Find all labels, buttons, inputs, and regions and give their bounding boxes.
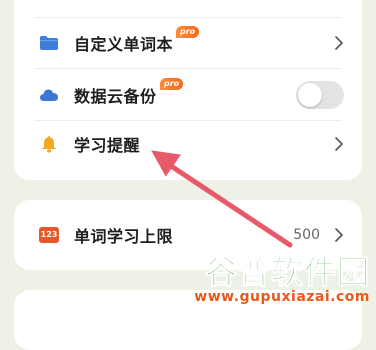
number-123-icon: 123	[38, 224, 60, 246]
word-limit-label: 单词学习上限	[74, 227, 174, 246]
pro-badge: pro	[176, 26, 200, 38]
number-123-text: 123	[39, 227, 59, 243]
study-reminder-row[interactable]: 学习提醒	[14, 119, 362, 169]
chevron-right-icon	[335, 228, 343, 242]
custom-wordbook-label: 自定义单词本	[74, 35, 174, 54]
cloud-backup-label: 数据云备份	[74, 87, 157, 106]
divider	[34, 68, 342, 69]
cloud-icon	[38, 84, 60, 106]
study-reminder-label: 学习提醒	[74, 136, 141, 155]
toggle-knob	[298, 83, 322, 107]
word-limit-value: 500	[293, 227, 320, 243]
bell-icon	[38, 133, 60, 155]
watermark: 谷普软件园 www.gupuxiazai.com	[194, 253, 370, 306]
chevron-right-icon	[335, 137, 343, 151]
watermark-title: 谷普软件园	[204, 253, 370, 291]
cloud-backup-row: 数据云备份 pro	[14, 70, 362, 120]
chevron-right-icon	[335, 36, 343, 50]
pro-badge: pro	[160, 78, 184, 90]
custom-wordbook-row[interactable]: 自定义单词本 pro	[14, 18, 362, 68]
folder-icon	[38, 32, 60, 54]
cloud-backup-toggle[interactable]	[296, 81, 344, 109]
watermark-url: www.gupuxiazai.com	[194, 289, 370, 305]
settings-card: 自定义单词本 pro 数据云备份 pro 学习提醒	[14, 0, 362, 180]
